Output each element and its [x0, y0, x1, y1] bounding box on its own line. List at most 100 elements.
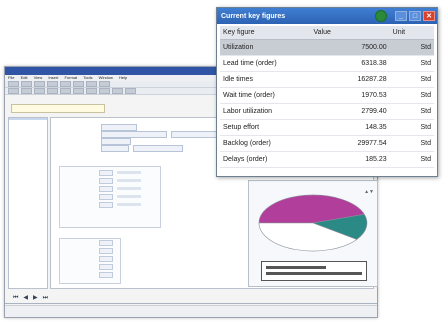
form-field[interactable]	[171, 131, 217, 138]
form-row	[59, 145, 183, 152]
tree-item[interactable]	[9, 122, 47, 124]
group-label	[63, 272, 95, 278]
column-header-value[interactable]: Value	[310, 26, 390, 40]
close-icon[interactable]: ✕	[423, 11, 435, 21]
cell-key-figure: Backlog (order)	[220, 135, 311, 152]
table-row[interactable]: Lead time (order) 6318.38 Std	[220, 55, 434, 72]
cell-key-figure: Labor utilization	[220, 103, 311, 120]
group-bar	[117, 195, 141, 198]
form-field[interactable]	[101, 145, 129, 152]
cell-value: 7500.00	[310, 39, 390, 56]
group-value[interactable]	[99, 240, 113, 246]
table-row[interactable]: Backlog (order) 29977.54 Std	[220, 135, 434, 152]
group-bar	[117, 203, 141, 206]
group-value[interactable]	[99, 186, 113, 192]
form-row	[59, 138, 131, 145]
toolbar-button[interactable]	[99, 81, 110, 87]
group-label	[63, 194, 95, 200]
menu-view[interactable]: View	[34, 75, 43, 80]
group-row	[60, 169, 160, 177]
toolbar-button[interactable]	[21, 81, 32, 87]
form-field[interactable]	[133, 145, 183, 152]
table-row[interactable]: Setup effort 148.35 Std	[220, 119, 434, 136]
toolbar-button[interactable]	[112, 88, 123, 94]
toolbar-button[interactable]	[8, 88, 19, 94]
toolbar-button[interactable]	[34, 81, 45, 87]
cell-unit: Std	[389, 119, 434, 136]
nav-prev-icon[interactable]: ◀	[23, 295, 31, 301]
table-row[interactable]: Utilization 7500.00 Std	[220, 39, 434, 56]
dialog-title-bar[interactable]: Current key figures _ □ ✕	[217, 8, 437, 24]
group-value[interactable]	[99, 256, 113, 262]
pie-chart	[258, 194, 368, 252]
cell-unit: Std	[389, 71, 434, 88]
toolbar-button[interactable]	[73, 81, 84, 87]
menu-window[interactable]: Window	[99, 75, 113, 80]
toolbar-button[interactable]	[86, 88, 97, 94]
group-row	[60, 263, 120, 271]
nav-last-icon[interactable]: ⏭	[43, 295, 51, 301]
navigation-icons: ⏮ ◀ ▶ ⏭	[13, 294, 53, 302]
group-value[interactable]	[99, 248, 113, 254]
cell-value: 148.35	[310, 119, 390, 136]
group-value[interactable]	[99, 170, 113, 176]
cell-unit: Std	[389, 55, 434, 72]
cell-unit: Std	[389, 39, 434, 56]
table-row[interactable]: Labor utilization 2799.40 Std	[220, 103, 434, 120]
nav-next-icon[interactable]: ▶	[33, 295, 41, 301]
group-value[interactable]	[99, 202, 113, 208]
scroll-arrows-icon[interactable]: ▲▼	[364, 189, 374, 195]
splitter[interactable]	[5, 303, 377, 304]
table-row[interactable]: Delays (order) 185.23 Std	[220, 151, 434, 168]
menu-tools[interactable]: Tools	[83, 75, 92, 80]
toolbar-button[interactable]	[47, 88, 58, 94]
group-value[interactable]	[99, 264, 113, 270]
toolbar-button[interactable]	[99, 88, 110, 94]
toolbar-button[interactable]	[34, 88, 45, 94]
menu-file[interactable]: File	[8, 75, 14, 80]
group-row	[60, 193, 160, 201]
toolbar-button[interactable]	[60, 88, 71, 94]
group-value[interactable]	[99, 194, 113, 200]
cell-value: 16287.28	[310, 71, 390, 88]
cell-value: 1970.53	[310, 87, 390, 104]
form-field[interactable]	[101, 131, 167, 138]
toolbar-button[interactable]	[8, 81, 19, 87]
menu-help[interactable]: Help	[119, 75, 127, 80]
table-row[interactable]: Idle times 16287.28 Std	[220, 71, 434, 88]
menu-format[interactable]: Format	[64, 75, 77, 80]
cell-value: 185.23	[310, 151, 390, 168]
chart-panel: ▲▼	[248, 180, 378, 287]
group-bar	[117, 179, 141, 182]
minimize-icon[interactable]: _	[395, 11, 407, 21]
legend-line	[266, 266, 326, 269]
filter-row	[8, 103, 105, 113]
toolbar-button[interactable]	[125, 88, 136, 94]
group-bar	[117, 171, 141, 174]
toolbar-button[interactable]	[60, 81, 71, 87]
column-header-unit[interactable]: Unit	[389, 26, 434, 40]
table-row[interactable]: Wait time (order) 1970.53 Std	[220, 87, 434, 104]
group-value[interactable]	[99, 178, 113, 184]
form-field[interactable]	[101, 138, 131, 145]
form-field[interactable]	[101, 124, 137, 131]
toolbar-button[interactable]	[86, 81, 97, 87]
filter-field[interactable]	[11, 103, 105, 113]
toolbar-button[interactable]	[21, 88, 32, 94]
group-label	[63, 202, 95, 208]
group-value[interactable]	[99, 272, 113, 278]
legend-line	[266, 272, 362, 275]
group-row	[60, 271, 120, 279]
menu-insert[interactable]: Insert	[48, 75, 58, 80]
maximize-icon[interactable]: □	[409, 11, 421, 21]
status-bar	[5, 305, 377, 317]
cell-key-figure: Lead time (order)	[220, 55, 311, 72]
cell-unit: Std	[389, 151, 434, 168]
key-figures-dialog: Current key figures _ □ ✕ Key figure Val…	[216, 7, 438, 177]
toolbar-button[interactable]	[47, 81, 58, 87]
menu-edit[interactable]: Edit	[21, 75, 28, 80]
nav-first-icon[interactable]: ⏮	[13, 295, 21, 301]
column-header-key-figure[interactable]: Key figure	[220, 26, 311, 40]
toolbar-button[interactable]	[73, 88, 84, 94]
cell-value: 2799.40	[310, 103, 390, 120]
